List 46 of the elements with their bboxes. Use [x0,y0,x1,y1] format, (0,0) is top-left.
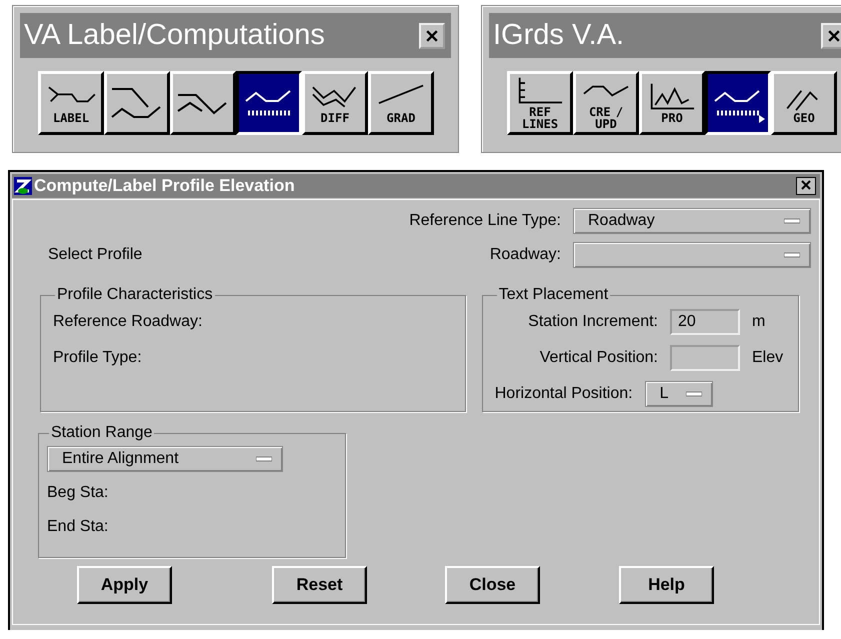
group-title: Text Placement [498,286,610,304]
dropdown[interactable] [573,242,811,268]
dialog-button[interactable]: Help [619,566,714,604]
tool-button[interactable]: LABEL [38,71,104,135]
tool-button[interactable] [236,71,302,135]
dropdown[interactable]: Entire Alignment [47,446,283,472]
dropdown-handle-icon [784,218,800,224]
field-label: End Sta: [47,517,110,537]
dialog-button[interactable]: Apply [77,566,172,604]
palette-title: IGrds V.A. [493,19,624,52]
dialog-title: Compute/Label Profile Elevation [34,176,295,196]
close-icon [801,180,811,190]
unit-label: Elev [752,349,784,367]
dropdown-handle-icon [784,252,800,258]
group-title: Profile Characteristics [56,286,214,304]
tool-button[interactable]: CRE / UPD [573,71,639,135]
tool-button[interactable] [705,71,771,135]
close-icon [426,30,438,42]
group-title: Station Range [50,424,154,442]
field-label: Station Increment: [528,313,658,331]
palette-title: VA Label/Computations [24,19,325,52]
close-button[interactable] [796,177,816,195]
field-label: Roadway: [490,246,561,264]
tool-button[interactable]: GEO [771,71,837,135]
field-label: Beg Sta: [47,483,110,503]
field-label: Reference Line Type: [409,212,561,230]
unit-label: m [752,313,766,331]
dialog-button[interactable]: Reset [272,566,367,604]
field-label: Reference Roadway: [53,312,204,332]
tool-button[interactable]: PRO [639,71,705,135]
tool-button[interactable]: DIFF [302,71,368,135]
dropdown-handle-icon [256,456,272,462]
tool-button[interactable]: GRAD [368,71,434,135]
dropdown[interactable]: L [644,381,713,407]
section-label: Select Profile [48,246,142,264]
field-label: Vertical Position: [540,349,658,367]
input-field[interactable] [670,345,740,371]
dialog-button[interactable]: Close [445,566,540,604]
dropdown-handle-icon [686,391,702,397]
field-label: Profile Type: [53,348,143,368]
close-icon [828,30,840,42]
field-label: Horizontal Position: [494,385,633,403]
input-field[interactable]: 20 [670,309,740,335]
tool-button[interactable]: REF LINES [507,71,573,135]
app-logo-icon [14,177,32,195]
dropdown[interactable]: Roadway [573,208,811,234]
